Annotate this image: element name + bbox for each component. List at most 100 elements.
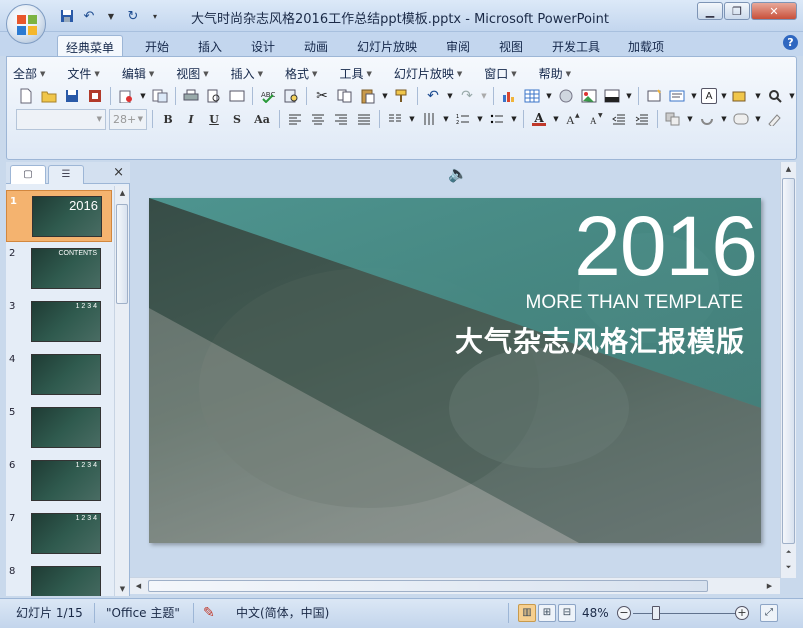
menu-window[interactable]: 窗口 ▼ [484, 65, 516, 82]
undo-icon[interactable]: ↶ [423, 86, 443, 106]
research-icon[interactable] [281, 86, 301, 106]
zoom-in-icon[interactable]: + [735, 606, 749, 620]
grow-font-icon[interactable]: A ▲ [563, 109, 583, 129]
next-slide-icon[interactable]: ⏷ [782, 560, 795, 574]
language-status[interactable]: 中文(简体，中国) [236, 603, 329, 623]
chevron-down-icon[interactable]: ▼ [754, 109, 762, 129]
align-right-icon[interactable] [331, 109, 351, 129]
chevron-down-icon[interactable]: ▼ [446, 86, 454, 106]
chevron-down-icon[interactable]: ▼ [139, 86, 147, 106]
tab-slideshow[interactable]: 幻灯片放映 [349, 35, 425, 57]
chevron-down-icon[interactable]: ▼ [720, 109, 728, 129]
shadow-button[interactable]: S [227, 109, 247, 129]
close-button[interactable]: ✕ [751, 2, 797, 20]
chevron-down-icon[interactable]: ▼ [788, 86, 796, 106]
quick-styles-icon[interactable] [697, 109, 717, 129]
font-name-combo[interactable]: ▼ [16, 108, 106, 130]
shape-fill-icon[interactable] [731, 109, 751, 129]
spelling-icon[interactable]: ABC [258, 86, 278, 106]
permission-icon[interactable] [85, 86, 105, 106]
close-pane-button[interactable]: × [113, 165, 124, 180]
slide-thumbnail[interactable]: 5 [6, 402, 112, 454]
tab-developer[interactable]: 开发工具 [544, 35, 608, 57]
underline-button[interactable]: U [204, 109, 224, 129]
fit-to-window-button[interactable]: ⤢ [760, 604, 778, 622]
insert-table-icon[interactable] [522, 86, 542, 106]
office-button[interactable] [6, 4, 46, 44]
tab-animations[interactable]: 动画 [296, 35, 336, 57]
insert-picture-icon[interactable] [556, 86, 576, 106]
scroll-up-icon[interactable]: ▲ [782, 162, 795, 176]
chevron-down-icon[interactable]: ▼ [552, 109, 560, 129]
undo-dropdown-icon[interactable]: ▼ [102, 7, 120, 25]
slide-thumbnail[interactable]: 7 1 2 3 4 [6, 508, 112, 560]
insert-clipart-icon[interactable] [579, 86, 599, 106]
print-icon[interactable] [181, 86, 201, 106]
publish-icon[interactable] [150, 86, 170, 106]
font-box-icon[interactable]: A [701, 88, 717, 104]
menu-edit[interactable]: 编辑 ▼ [122, 65, 154, 82]
grayscale-icon[interactable] [227, 86, 247, 106]
tab-insert[interactable]: 插入 [190, 35, 230, 57]
tab-home[interactable]: 开始 [137, 35, 177, 57]
chevron-down-icon[interactable]: ▼ [720, 86, 728, 106]
current-slide[interactable]: 2016 MORE THAN TEMPLATE 大气杂志风格汇报模版 [149, 198, 761, 543]
bold-button[interactable]: B [158, 109, 178, 129]
font-size-combo[interactable]: 28+ ▼ [109, 108, 147, 130]
shape-outline-icon[interactable] [765, 109, 785, 129]
insert-shape-icon[interactable] [731, 86, 751, 106]
scroll-up-icon[interactable]: ▲ [116, 186, 129, 200]
menu-view[interactable]: 视图 ▼ [176, 65, 208, 82]
help-icon[interactable]: ? [783, 35, 798, 50]
slide-thumbnail[interactable]: 6 1 2 3 4 [6, 455, 112, 507]
chevron-down-icon[interactable]: ▼ [480, 86, 488, 106]
restore-button[interactable]: ❐ [724, 2, 750, 20]
save-icon[interactable] [62, 86, 82, 106]
chevron-down-icon[interactable]: ▼ [690, 86, 698, 106]
save-icon[interactable] [58, 7, 76, 25]
print-preview-icon[interactable] [204, 86, 224, 106]
tab-add-ins[interactable]: 加载项 [620, 35, 672, 57]
justify-icon[interactable] [354, 109, 374, 129]
align-center-icon[interactable] [308, 109, 328, 129]
zoom-level[interactable]: 48% [582, 603, 609, 623]
scroll-down-icon[interactable]: ▼ [116, 582, 129, 596]
bullets-icon[interactable] [487, 109, 507, 129]
zoom-slider-thumb[interactable] [651, 606, 660, 620]
text-direction-icon[interactable] [419, 109, 439, 129]
redo-icon[interactable]: ↻ [124, 7, 142, 25]
previous-slide-icon[interactable]: ⏶ [782, 545, 795, 559]
undo-icon[interactable]: ↶ [80, 7, 98, 25]
slide-vertical-scrollbar[interactable]: ▲ ⏶ ⏷ [780, 162, 796, 578]
chevron-down-icon[interactable]: ▼ [476, 109, 484, 129]
chevron-down-icon[interactable]: ▼ [510, 109, 518, 129]
slideshow-view-button[interactable]: ⊟ [558, 604, 576, 622]
tab-classic-menu[interactable]: 经典菜单 [57, 35, 124, 57]
slides-tab[interactable]: ▢ [10, 165, 46, 184]
new-file-icon[interactable] [16, 86, 36, 106]
change-case-button[interactable]: Aa [250, 109, 274, 129]
customize-qat-icon[interactable]: ▾ [146, 7, 164, 25]
minimize-button[interactable]: ▁ [697, 2, 723, 20]
increase-indent-icon[interactable] [632, 109, 652, 129]
new-slide-icon[interactable] [644, 86, 664, 106]
scrollbar-thumb[interactable] [116, 204, 128, 304]
chevron-down-icon[interactable]: ▼ [381, 86, 389, 106]
slide-layout-icon[interactable] [602, 86, 622, 106]
menu-file[interactable]: 文件 ▼ [67, 65, 99, 82]
text-box-icon[interactable] [667, 86, 687, 106]
menu-slideshow[interactable]: 幻灯片放映 ▼ [394, 65, 462, 82]
outline-tab[interactable]: ☰ [48, 165, 84, 184]
email-icon[interactable] [116, 86, 136, 106]
menu-insert[interactable]: 插入 ▼ [231, 65, 263, 82]
slide-thumbnail[interactable]: 8 [6, 561, 112, 596]
slide-thumbnail[interactable]: 2 CONTENTS [6, 243, 112, 295]
slide-horizontal-scrollbar[interactable]: ◀ ▶ [130, 577, 780, 594]
chevron-down-icon[interactable]: ▼ [754, 86, 762, 106]
menu-tools[interactable]: 工具 ▼ [339, 65, 371, 82]
open-folder-icon[interactable] [39, 86, 59, 106]
search-icon[interactable] [765, 86, 785, 106]
slide-thumbnail[interactable]: 1 2016 [6, 190, 112, 242]
copy-icon[interactable] [335, 86, 355, 106]
scroll-right-icon[interactable]: ▶ [763, 579, 776, 593]
